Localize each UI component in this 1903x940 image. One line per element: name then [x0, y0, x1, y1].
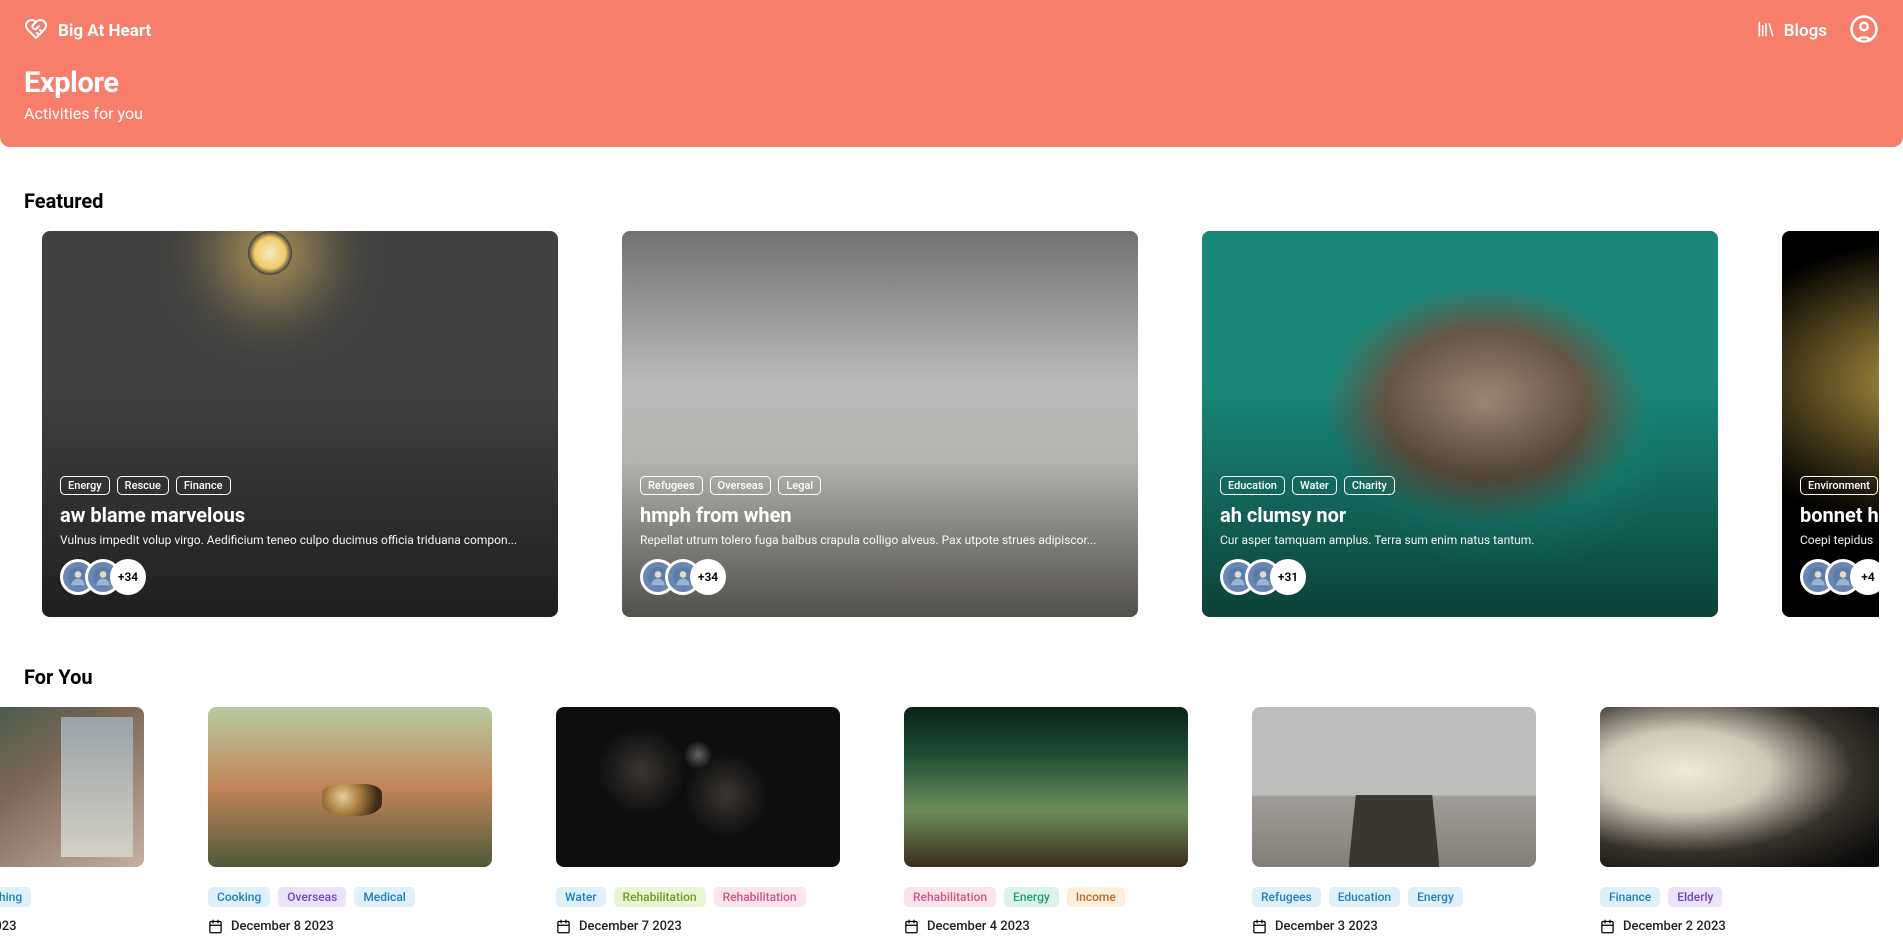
calendar-icon: [904, 919, 919, 934]
attendee-avatars: +34: [640, 559, 1120, 595]
user-avatar-button[interactable]: [1849, 14, 1879, 48]
featured-card[interactable]: Environment bonnet h Coepi tepidus +4: [1782, 231, 1879, 617]
foryou-card[interactable]: Rehabilitation Energy Income December 4 202…: [904, 707, 1188, 934]
foryou-card-image: [1252, 707, 1536, 867]
blogs-link[interactable]: Blogs: [1756, 19, 1827, 44]
featured-card[interactable]: Energy Rescue Finance aw blame marvelous Vul…: [42, 231, 558, 617]
tag: Environment: [1800, 476, 1878, 495]
attendee-avatars: +4: [1800, 559, 1879, 595]
featured-card-title: hmph from when: [640, 503, 1120, 527]
app-header: Big At Heart Blogs Explore Activities fo…: [0, 0, 1903, 147]
attendee-extra-count: +4: [1850, 559, 1879, 595]
foryou-card-date: 2023: [0, 919, 144, 934]
tag: Finance: [176, 476, 231, 495]
tag: Overseas: [278, 887, 346, 907]
foryou-card[interactable]: Teaching 2023: [0, 707, 144, 934]
tag: Overseas: [710, 476, 772, 495]
foryou-card-date: December 8 2023: [208, 919, 492, 934]
featured-card[interactable]: Refugees Overseas Legal hmph from when Repel…: [622, 231, 1138, 617]
attendee-extra-count: +34: [690, 559, 726, 595]
featured-card-title: ah clumsy nor: [1220, 503, 1700, 527]
tag: Cooking: [208, 887, 270, 907]
foryou-card-date: December 3 2023: [1252, 919, 1536, 934]
calendar-icon: [208, 919, 223, 934]
tag: Energy: [60, 476, 110, 495]
foryou-card[interactable]: Refugees Education Energy December 3 2023: [1252, 707, 1536, 934]
page-subtitle: Activities for you: [24, 104, 1879, 123]
tag: Rescue: [117, 476, 169, 495]
featured-carousel[interactable]: Energy Rescue Finance aw blame marvelous Vul…: [24, 231, 1879, 623]
calendar-icon: [1252, 919, 1267, 934]
brand[interactable]: Big At Heart: [24, 17, 151, 45]
foryou-card[interactable]: Finance Elderly December 2 2023: [1600, 707, 1879, 934]
tag: Charity: [1344, 476, 1395, 495]
foryou-card-image: [208, 707, 492, 867]
tag: Energy: [1408, 887, 1463, 907]
featured-card-title: bonnet h: [1800, 503, 1879, 527]
foryou-card-image: [904, 707, 1188, 867]
attendee-avatars: +31: [1220, 559, 1700, 595]
attendee-extra-count: +34: [110, 559, 146, 595]
tag: Refugees: [1252, 887, 1321, 907]
foryou-heading: For You: [24, 665, 1879, 689]
tag: Water: [1292, 476, 1337, 495]
tag: Elderly: [1668, 887, 1722, 907]
featured-card-title: aw blame marvelous: [60, 503, 540, 527]
foryou-card[interactable]: Cooking Overseas Medical December 8 2023: [208, 707, 492, 934]
featured-card-desc: Coepi tepidus: [1800, 533, 1879, 547]
foryou-card-image: [0, 707, 144, 867]
featured-card-desc: Vulnus impedit volup virgo. Aedificium t…: [60, 533, 540, 547]
tag: Medical: [354, 887, 415, 907]
featured-card-desc: Cur asper tamquam amplus. Terra sum enim…: [1220, 533, 1700, 547]
blogs-label: Blogs: [1784, 21, 1827, 41]
tag: Income: [1067, 887, 1125, 907]
foryou-card-date: December 4 2023: [904, 919, 1188, 934]
foryou-card-image: [1600, 707, 1879, 867]
attendee-avatars: +34: [60, 559, 540, 595]
calendar-icon: [556, 919, 571, 934]
tag: Rehabilitation: [904, 887, 996, 907]
foryou-card-image: [556, 707, 840, 867]
library-icon: [1756, 19, 1776, 44]
tag: Refugees: [640, 476, 703, 495]
featured-card-desc: Repellat utrum tolero fuga balbus crapul…: [640, 533, 1120, 547]
tag: Teaching: [0, 887, 31, 907]
tag: Education: [1329, 887, 1400, 907]
tag: Energy: [1004, 887, 1059, 907]
tag: Finance: [1600, 887, 1660, 907]
foryou-card-date: December 7 2023: [556, 919, 840, 934]
foryou-card-date: December 2 2023: [1600, 919, 1879, 934]
foryou-card[interactable]: Water Rehabilitation Rehabilitation Decembe…: [556, 707, 840, 934]
page-title: Explore: [24, 66, 1879, 100]
tag: Water: [556, 887, 606, 907]
tag: Legal: [778, 476, 821, 495]
tag: Education: [1220, 476, 1285, 495]
tag: Rehabilitation: [614, 887, 706, 907]
logo-heart-icon: [24, 17, 48, 45]
featured-heading: Featured: [24, 189, 1879, 213]
brand-name: Big At Heart: [58, 21, 151, 41]
foryou-carousel[interactable]: Teaching 2023 Cooking Overseas Medical Decemb…: [0, 707, 1879, 940]
tag: Rehabilitation: [714, 887, 806, 907]
calendar-icon: [1600, 919, 1615, 934]
attendee-extra-count: +31: [1270, 559, 1306, 595]
featured-card[interactable]: Education Water Charity ah clumsy nor Cur as…: [1202, 231, 1718, 617]
